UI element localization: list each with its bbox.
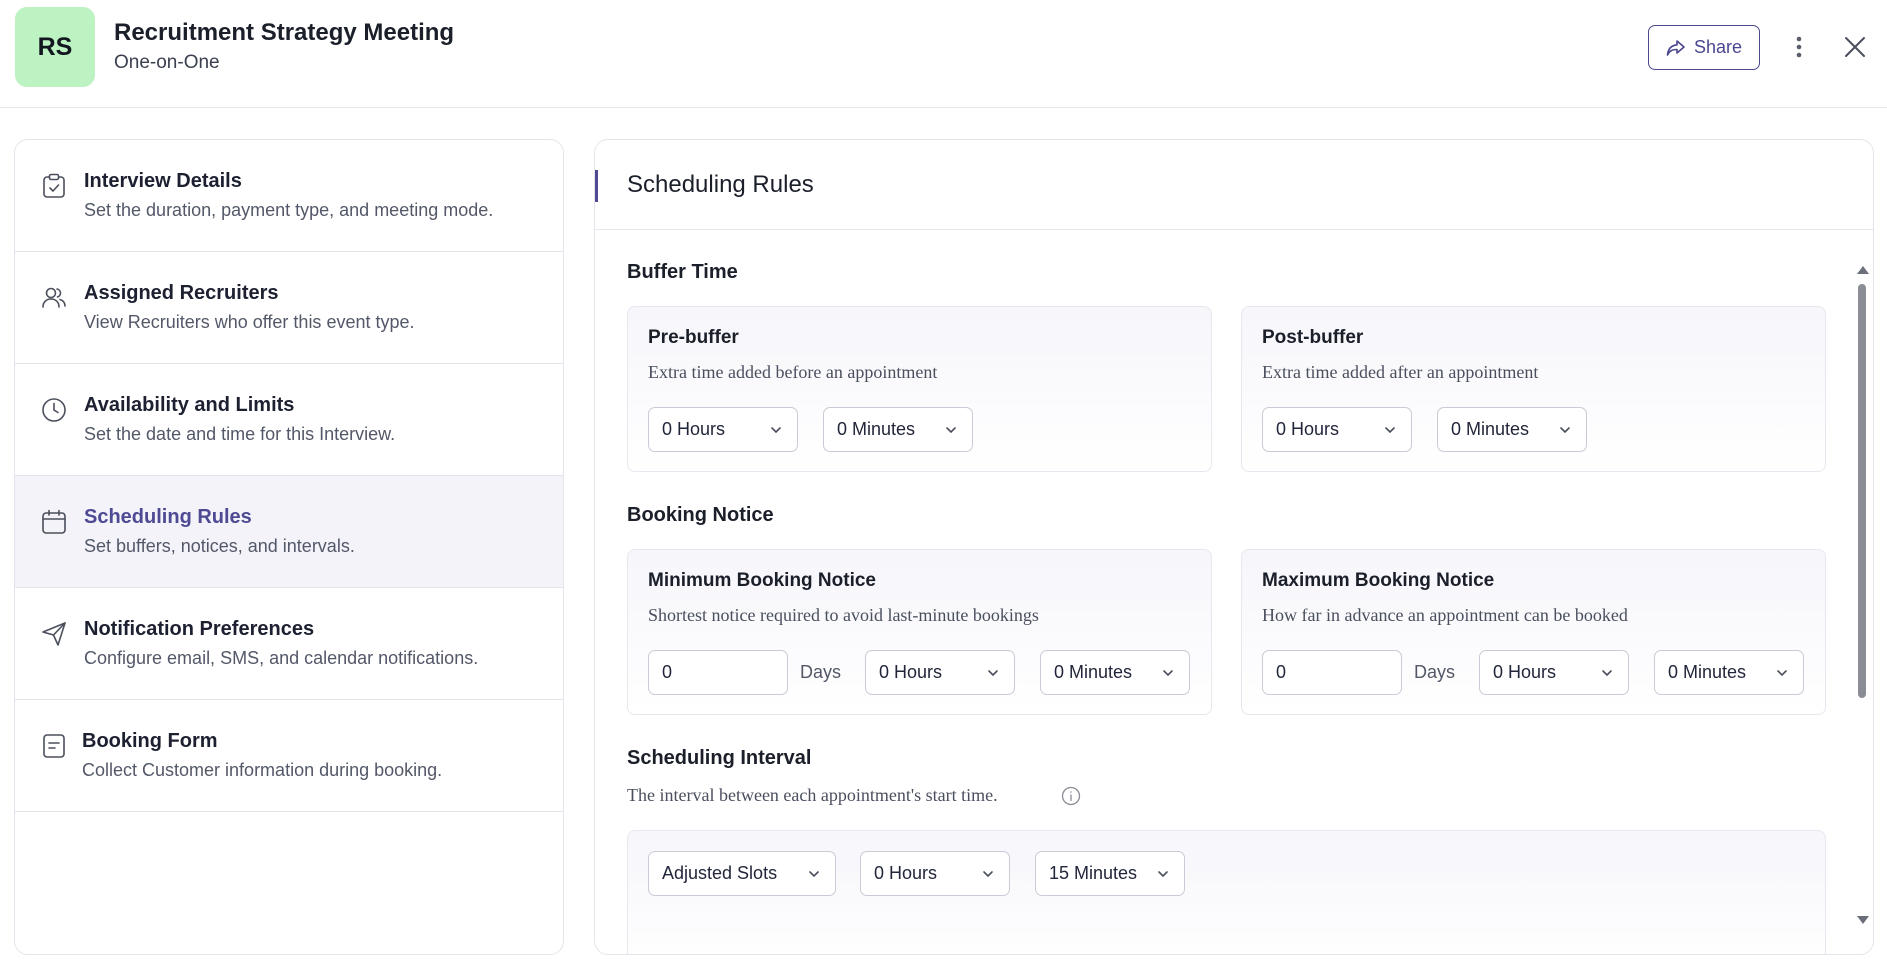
select-value: 0 Minutes [1451, 419, 1530, 439]
minimum-notice-title: Minimum Booking Notice [648, 570, 876, 591]
chevron-down-icon [771, 427, 781, 434]
sidebar-item-desc: View Recruiters who offer this event typ… [84, 312, 415, 332]
maximum-notice-title: Maximum Booking Notice [1262, 570, 1495, 591]
page-title: Recruitment Strategy Meeting [114, 19, 455, 46]
more-options-icon[interactable] [1788, 30, 1810, 64]
buffer-time-heading: Buffer Time [627, 261, 738, 283]
sidebar-item-desc: Set buffers, notices, and intervals. [84, 536, 355, 556]
post-buffer-card: Post-buffer Extra time added after an ap… [1241, 306, 1826, 472]
chevron-down-icon [1560, 427, 1570, 434]
post-buffer-desc: Extra time added after an appointment [1262, 362, 1539, 382]
booking-notice-heading: Booking Notice [627, 504, 774, 526]
pre-buffer-card: Pre-buffer Extra time added before an ap… [627, 306, 1212, 472]
sidebar-item-title: Assigned Recruiters [84, 282, 279, 304]
clipboard-check-icon [39, 171, 69, 201]
chevron-down-icon [983, 871, 993, 878]
share-button[interactable]: Share [1648, 25, 1760, 70]
chevron-down-icon [1385, 427, 1395, 434]
sidebar-item-availability[interactable]: Availability and Limits Set the date and… [15, 364, 563, 476]
scheduling-interval-heading: Scheduling Interval [627, 747, 812, 769]
clock-icon [39, 395, 69, 425]
maximum-notice-days-input[interactable] [1262, 650, 1402, 695]
users-icon [39, 283, 69, 313]
sidebar-item-booking-form[interactable]: Booking Form Collect Customer informatio… [15, 700, 563, 812]
scroll-thumb[interactable] [1858, 284, 1866, 698]
scheduling-rules-panel: Scheduling Rules Buffer Time Pre-buffer … [594, 139, 1874, 955]
sidebar-item-desc: Set the date and time for this Interview… [84, 424, 396, 444]
calendar-icon [39, 507, 69, 537]
sidebar-item-title: Booking Form [82, 730, 218, 752]
post-buffer-hours-select[interactable]: 0 Hours [1262, 407, 1412, 452]
select-value: 0 Minutes [1054, 662, 1133, 682]
panel-header: Scheduling Rules [595, 140, 1873, 230]
scroll-up-arrow-icon[interactable] [1857, 266, 1869, 274]
minimum-notice-desc: Shortest notice required to avoid last-m… [648, 605, 1039, 625]
pre-buffer-title: Pre-buffer [648, 327, 739, 348]
pre-buffer-desc: Extra time added before an appointment [648, 362, 938, 382]
select-value: 0 Minutes [1668, 662, 1747, 682]
pre-buffer-minutes-select[interactable]: 0 Minutes [823, 407, 973, 452]
event-avatar: RS [15, 7, 95, 87]
select-value: 0 Hours [1276, 419, 1340, 439]
chevron-down-icon [809, 871, 819, 878]
sidebar-item-title: Availability and Limits [84, 394, 295, 416]
select-value: 0 Hours [879, 662, 943, 682]
sidebar-item-scheduling-rules[interactable]: Scheduling Rules Set buffers, notices, a… [15, 476, 563, 588]
chevron-down-icon [1158, 871, 1168, 878]
select-value: 0 Hours [662, 419, 726, 439]
sidebar-item-desc: Collect Customer information during book… [82, 760, 443, 780]
share-label: Share [1693, 37, 1743, 57]
sidebar-item-title: Scheduling Rules [84, 506, 252, 528]
settings-sidebar: Interview Details Set the duration, paym… [14, 139, 564, 955]
maximum-notice-card: Maximum Booking Notice How far in advanc… [1241, 549, 1826, 715]
page-header: RS Recruitment Strategy Meeting One-on-O… [0, 0, 1887, 108]
send-icon [39, 619, 69, 649]
post-buffer-minutes-select[interactable]: 0 Minutes [1437, 407, 1587, 452]
chevron-down-icon [946, 427, 956, 434]
chevron-down-icon [1602, 670, 1612, 677]
sidebar-item-title: Notification Preferences [84, 618, 315, 640]
info-icon[interactable] [1061, 786, 1081, 806]
scheduling-interval-card: Adjusted Slots 0 Hours 15 Minutes [627, 830, 1826, 954]
active-indicator [595, 170, 598, 202]
select-value: 0 Hours [1493, 662, 1557, 682]
select-value: 0 Hours [874, 863, 938, 883]
days-label: Days [800, 662, 842, 682]
share-icon [1666, 39, 1685, 56]
form-icon [39, 731, 69, 761]
sidebar-item-title: Interview Details [84, 170, 242, 192]
interval-minutes-select[interactable]: 15 Minutes [1035, 851, 1185, 896]
close-icon[interactable] [1840, 32, 1870, 62]
days-label: Days [1414, 662, 1456, 682]
sidebar-item-assigned-recruiters[interactable]: Assigned Recruiters View Recruiters who … [15, 252, 563, 364]
minimum-notice-minutes-select[interactable]: 0 Minutes [1040, 650, 1190, 695]
select-value: 0 Minutes [837, 419, 916, 439]
pre-buffer-hours-select[interactable]: 0 Hours [648, 407, 798, 452]
maximum-notice-minutes-select[interactable]: 0 Minutes [1654, 650, 1804, 695]
chevron-down-icon [988, 670, 998, 677]
maximum-notice-hours-select[interactable]: 0 Hours [1479, 650, 1629, 695]
select-value: Adjusted Slots [662, 863, 778, 883]
scheduling-interval-desc: The interval between each appointment's … [627, 785, 998, 805]
panel-title: Scheduling Rules [627, 171, 814, 198]
slot-type-select[interactable]: Adjusted Slots [648, 851, 836, 896]
panel-scrollbar[interactable] [1855, 266, 1869, 926]
maximum-notice-desc: How far in advance an appointment can be… [1262, 605, 1628, 625]
select-value: 15 Minutes [1049, 863, 1138, 883]
event-type-label: One-on-One [114, 52, 220, 73]
chevron-down-icon [1777, 670, 1787, 677]
sidebar-item-desc: Set the duration, payment type, and meet… [84, 200, 494, 220]
post-buffer-title: Post-buffer [1262, 327, 1364, 348]
minimum-notice-days-input[interactable] [648, 650, 788, 695]
interval-hours-select[interactable]: 0 Hours [860, 851, 1010, 896]
sidebar-item-notification-preferences[interactable]: Notification Preferences Configure email… [15, 588, 563, 700]
scroll-down-arrow-icon[interactable] [1857, 916, 1869, 924]
sidebar-item-desc: Configure email, SMS, and calendar notif… [84, 648, 479, 668]
chevron-down-icon [1163, 670, 1173, 677]
minimum-notice-card: Minimum Booking Notice Shortest notice r… [627, 549, 1212, 715]
minimum-notice-hours-select[interactable]: 0 Hours [865, 650, 1015, 695]
sidebar-item-interview-details[interactable]: Interview Details Set the duration, paym… [15, 140, 563, 252]
